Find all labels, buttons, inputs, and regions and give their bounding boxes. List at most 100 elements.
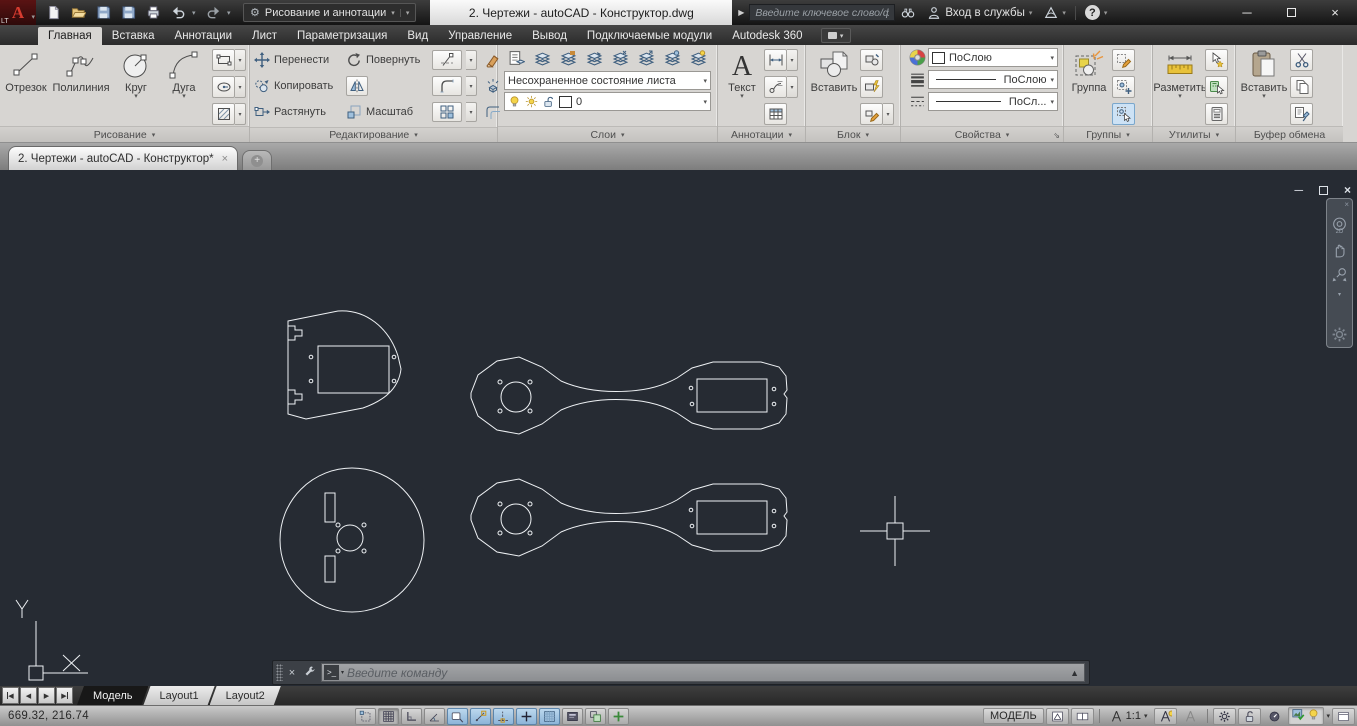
tab-manage[interactable]: Управление: [438, 27, 522, 45]
layer-off-button[interactable]: [686, 47, 711, 69]
annotation-scale-button[interactable]: 1:1 ▾: [1105, 710, 1153, 723]
array-dropdown[interactable]: ▾: [466, 102, 477, 122]
toolbar-lock-button[interactable]: [1238, 708, 1261, 725]
array-button[interactable]: [432, 102, 462, 122]
fillet-dropdown[interactable]: ▾: [466, 76, 477, 96]
object-snap-tracking-toggle[interactable]: [516, 708, 537, 725]
quick-view-drawings-button[interactable]: [1071, 708, 1094, 725]
layer-previous-button[interactable]: [582, 47, 607, 69]
drawing-tab[interactable]: 2. Чертежи - autoCAD - Конструктор* ×: [8, 146, 238, 170]
dynamic-input-toggle[interactable]: [447, 708, 468, 725]
ortho-toggle[interactable]: [424, 708, 445, 725]
dialog-launcher-icon[interactable]: ⇘: [1053, 131, 1060, 140]
scale-button[interactable]: Масштаб: [346, 104, 432, 120]
layer-freeze-button[interactable]: [660, 47, 685, 69]
trim-button[interactable]: [432, 50, 462, 70]
panel-title-annotation[interactable]: Аннотации▾: [718, 126, 805, 142]
rotate-button[interactable]: Повернуть: [346, 52, 432, 68]
hatch-button[interactable]: [212, 103, 235, 125]
rectangle-dropdown[interactable]: ▾: [235, 49, 246, 71]
next-layout-button[interactable]: ▶: [38, 687, 55, 704]
panel-title-clipboard[interactable]: Буфер обмена: [1236, 126, 1343, 142]
match-properties-button[interactable]: [1290, 103, 1313, 125]
block-attribute-button[interactable]: [860, 76, 883, 98]
drawing-arm-upper[interactable]: [471, 357, 787, 434]
tab-model[interactable]: Модель: [77, 686, 148, 705]
workspace-settings-button[interactable]: [1213, 708, 1236, 725]
undo-button[interactable]: [167, 2, 190, 23]
layer-unisolate-button[interactable]: [634, 47, 659, 69]
doc-close-button[interactable]: ×: [1344, 183, 1351, 197]
copy-button[interactable]: Копировать: [254, 78, 346, 94]
dock-drag-handle[interactable]: [276, 664, 283, 681]
annotation-monitor-toggle[interactable]: [608, 708, 629, 725]
zoom-extents-button[interactable]: [1331, 266, 1348, 283]
model-space-canvas[interactable]: ─ × × 2D ▾ × >_ ▾ ▲: [0, 170, 1357, 686]
cut-button[interactable]: [1290, 49, 1313, 71]
status-menu-dropdown[interactable]: ▾: [1326, 712, 1330, 720]
leader-dropdown[interactable]: ▾: [787, 76, 798, 98]
measure-button[interactable]: Разметить ▾: [1155, 48, 1205, 126]
cursor-coordinates[interactable]: 669.32, 216.74: [0, 710, 118, 722]
stretch-button[interactable]: Растянуть: [254, 104, 346, 120]
open-file-button[interactable]: [67, 2, 90, 23]
new-drawing-tab-button[interactable]: +: [242, 150, 272, 170]
group-button[interactable]: Группа: [1066, 48, 1112, 126]
search-expand-button[interactable]: ▶: [734, 4, 748, 21]
circle-button[interactable]: Круг ▾: [112, 48, 160, 126]
layer-isolate-button[interactable]: [608, 47, 633, 69]
redo-button[interactable]: [202, 2, 225, 23]
linetype-combobox[interactable]: ПоСл... ▾: [928, 92, 1058, 111]
help-button[interactable]: ? ▾: [1079, 2, 1114, 23]
isolate-objects-button[interactable]: [1292, 708, 1305, 724]
tab-autodesk360[interactable]: Autodesk 360: [722, 27, 812, 45]
move-button[interactable]: Перенести: [254, 52, 346, 68]
sign-in-button[interactable]: Вход в службы ▾: [921, 2, 1038, 23]
layer-current-button[interactable]: [556, 47, 581, 69]
block-edit-dropdown[interactable]: ▾: [883, 103, 894, 125]
polar-tracking-toggle[interactable]: [470, 708, 491, 725]
plot-button[interactable]: [142, 2, 165, 23]
quick-calc-button[interactable]: [1205, 76, 1228, 98]
create-block-button[interactable]: [860, 49, 883, 71]
help-search-input[interactable]: [749, 4, 895, 21]
panel-title-layers[interactable]: Слои▾: [498, 126, 717, 142]
auto-annotation-button[interactable]: [1179, 708, 1202, 725]
calculator-button[interactable]: [1205, 103, 1228, 125]
pan-hand-button[interactable]: [1331, 242, 1348, 259]
tab-layout1[interactable]: Layout1: [143, 686, 214, 705]
performance-tuner-button[interactable]: [1263, 708, 1286, 725]
arc-button[interactable]: Дуга ▾: [160, 48, 208, 126]
rectangle-button[interactable]: [212, 49, 235, 71]
search-button[interactable]: [895, 2, 921, 23]
tab-insert[interactable]: Вставка: [102, 27, 165, 45]
object-color-combobox[interactable]: ПоСлою ▾: [928, 48, 1058, 67]
ellipse-button[interactable]: [212, 76, 235, 98]
text-button[interactable]: A Текст ▾: [720, 48, 764, 126]
command-input-field[interactable]: >_ ▾ ▲: [321, 663, 1085, 682]
mirror-button[interactable]: [346, 76, 368, 96]
redo-dropdown[interactable]: ▾: [227, 9, 235, 17]
paste-button[interactable]: Вставить ▾: [1238, 48, 1290, 126]
qat-customize-icon[interactable]: ▾: [400, 9, 410, 17]
panel-title-block[interactable]: Блок▾: [806, 126, 900, 142]
drawing-top-plate[interactable]: [288, 311, 401, 419]
tab-layout2[interactable]: Layout2: [210, 686, 281, 705]
last-layout-button[interactable]: ▶: [56, 687, 73, 704]
doc-restore-button[interactable]: [1319, 186, 1328, 195]
drawing-round-plate[interactable]: [280, 468, 424, 612]
save-as-button[interactable]: [117, 2, 140, 23]
infer-constraints-toggle[interactable]: [355, 708, 376, 725]
quick-view-layouts-button[interactable]: [1046, 708, 1069, 725]
copy-clip-button[interactable]: [1290, 76, 1313, 98]
quick-properties-toggle[interactable]: [562, 708, 583, 725]
command-history-button[interactable]: ▲: [1070, 668, 1079, 678]
minimize-button[interactable]: ─: [1225, 0, 1269, 25]
group-edit-button[interactable]: [1112, 76, 1135, 98]
layer-match-button[interactable]: [530, 47, 555, 69]
tab-layout[interactable]: Лист: [242, 27, 287, 45]
grid-display-toggle[interactable]: [401, 708, 422, 725]
navbar-close-button[interactable]: ×: [1344, 200, 1349, 209]
command-input[interactable]: [347, 666, 1070, 680]
dimension-button[interactable]: [764, 49, 787, 71]
